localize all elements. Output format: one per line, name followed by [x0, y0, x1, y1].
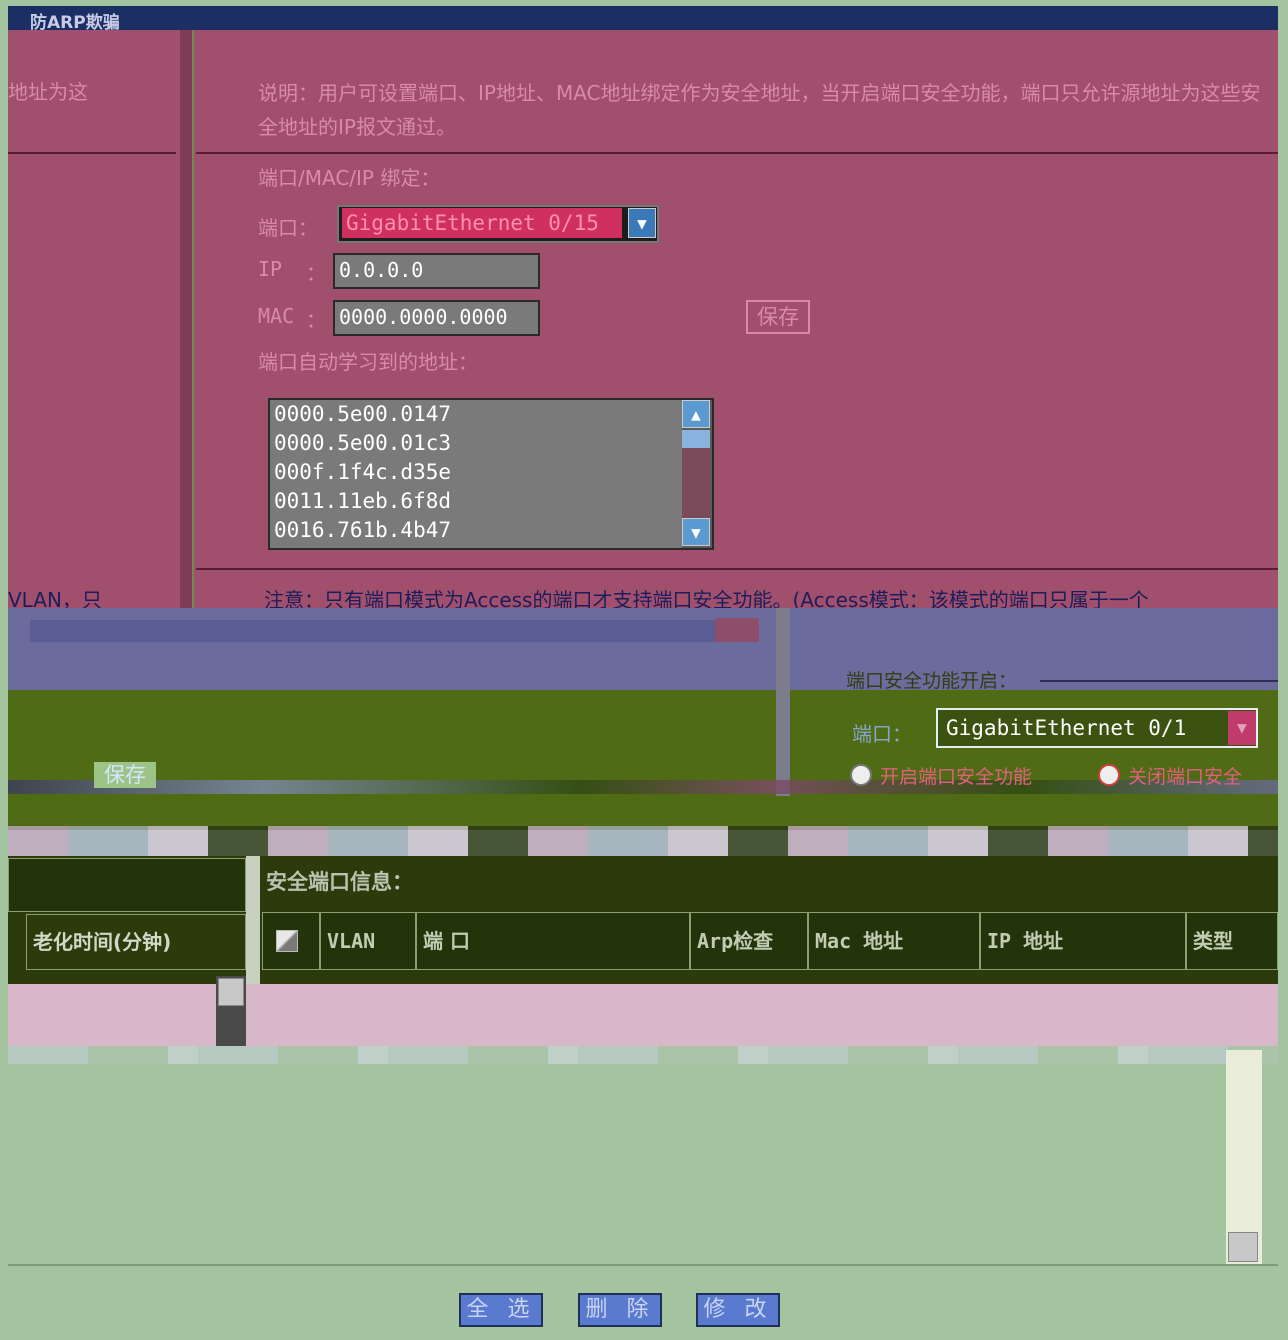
chevron-up-icon[interactable]: ▲	[682, 400, 710, 428]
mac-address-column-header[interactable]: Mac 地址	[808, 912, 980, 970]
glitch-bar	[715, 618, 759, 642]
left-panel	[8, 30, 180, 608]
frame-splitter[interactable]	[776, 608, 790, 796]
mac-label: MAC	[258, 304, 295, 328]
vlan-column-header[interactable]: VLAN	[320, 912, 416, 970]
aging-time-column-header[interactable]: 老化时间(分钟)	[26, 914, 246, 970]
modify-button[interactable]: 修 改	[696, 1293, 780, 1327]
description-text: 说明：用户可设置端口、IP地址、MAC地址绑定作为安全地址，当开启端口安全功能，…	[258, 81, 1261, 139]
table-header-row: VLAN 端 口 Arp检查 Mac 地址 IP 地址 类型	[262, 912, 1278, 970]
scroll-down-button[interactable]	[1228, 1232, 1258, 1262]
list-scrollbar[interactable]: ▲ ▼	[682, 400, 712, 548]
save-port-security-button[interactable]: 保存	[94, 762, 156, 788]
title-bar	[8, 6, 1278, 30]
arp-check-column-header[interactable]: Arp检查	[690, 912, 808, 970]
enable-security-radio[interactable]	[850, 764, 872, 786]
glitch-bar	[30, 620, 730, 642]
disable-security-label: 关闭端口安全	[1128, 766, 1243, 788]
ip-label: IP	[258, 257, 283, 281]
left-divider	[8, 152, 176, 154]
glitch-band	[8, 1046, 1278, 1064]
save-binding-button[interactable]: 保存	[746, 300, 810, 334]
scroll-track[interactable]	[682, 448, 710, 518]
port-security-port-label: 端口：	[852, 722, 912, 746]
list-item[interactable]: 0011.11eb.6f8d	[270, 487, 712, 516]
left-table-header	[8, 858, 246, 912]
port-select-value[interactable]: GigabitEthernet 0/15	[342, 208, 622, 238]
port-column-header[interactable]: 端 口	[416, 912, 690, 970]
mac-input[interactable]: 0000.0000.0000	[333, 300, 540, 336]
secure-port-title: 安全端口信息：	[266, 870, 413, 894]
mac-colon: ：	[306, 308, 326, 332]
chevron-down-icon[interactable]: ▼	[1228, 711, 1256, 745]
list-item[interactable]: 0000.5e00.01c3	[270, 429, 712, 458]
enable-security-label: 开启端口安全功能	[880, 766, 1033, 788]
divider	[1040, 680, 1278, 682]
ip-input[interactable]: 0.0.0.0	[333, 253, 540, 289]
divider	[196, 568, 1278, 570]
glitch-band	[8, 780, 1278, 794]
chevron-down-icon[interactable]: ▼	[682, 518, 710, 546]
glitch-band	[8, 826, 1278, 856]
learned-address-list[interactable]: 0000.5e00.0147 0000.5e00.01c3 000f.1f4c.…	[268, 398, 714, 550]
ip-colon: ：	[306, 261, 326, 285]
binding-section-label: 端口/MAC/IP 绑定：	[258, 166, 441, 190]
select-all-button[interactable]: 全 选	[459, 1293, 543, 1327]
learned-address-label: 端口自动学习到的地址：	[258, 350, 478, 374]
select-all-checkbox[interactable]	[276, 930, 298, 952]
panel-footer	[8, 796, 1278, 830]
list-item[interactable]: 0000.5e00.0147	[270, 400, 712, 429]
delete-button[interactable]: 删 除	[578, 1293, 662, 1327]
list-item[interactable]: 0016.761b.4b47	[270, 516, 712, 545]
divider	[8, 1264, 1278, 1266]
type-column-header[interactable]: 类型	[1186, 912, 1278, 970]
ip-address-column-header[interactable]: IP 地址	[980, 912, 1186, 970]
frame-splitter[interactable]	[180, 30, 194, 608]
divider	[196, 152, 1278, 154]
chevron-down-icon[interactable]: ▼	[628, 208, 656, 238]
port-label: 端口：	[258, 216, 318, 240]
scroll-up-button[interactable]	[218, 978, 244, 1006]
disable-security-radio[interactable]	[1098, 764, 1120, 786]
left-description-fragment: 地址为这	[8, 80, 88, 104]
table-body	[8, 984, 1278, 1046]
port-security-port-select[interactable]: GigabitEthernet 0/1	[936, 708, 1258, 748]
list-item[interactable]: 000f.1f4c.d35e	[270, 458, 712, 487]
scroll-thumb[interactable]	[682, 430, 710, 448]
port-security-subtitle: 端口安全功能开启：	[846, 670, 1018, 692]
